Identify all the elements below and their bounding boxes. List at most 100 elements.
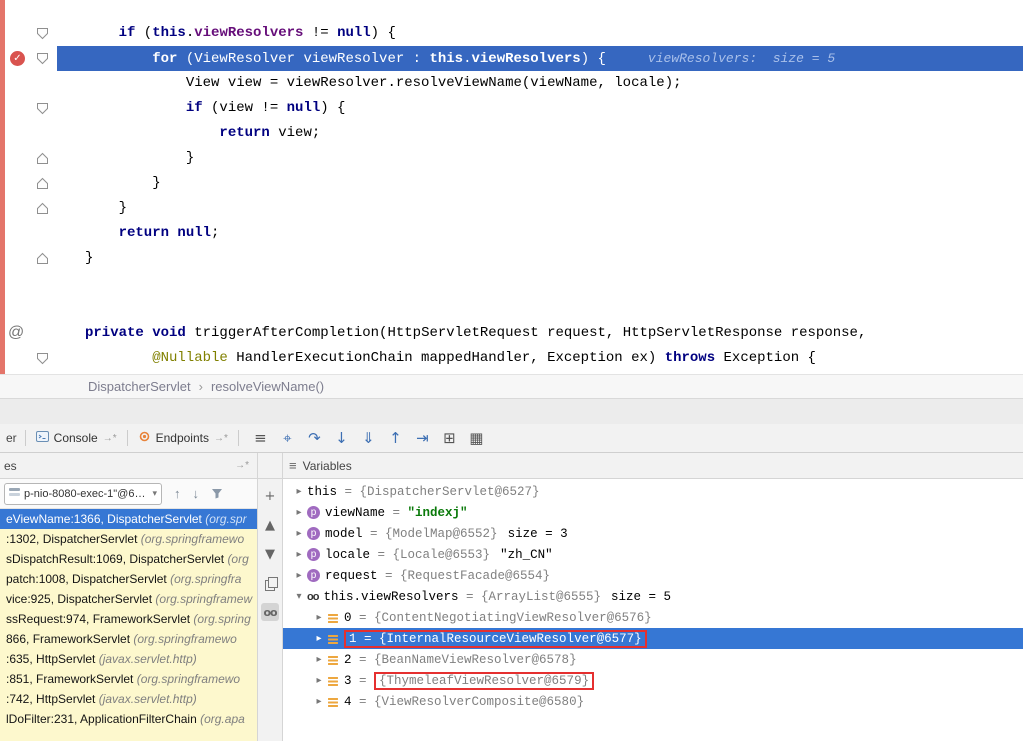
code-line[interactable]: private void triggerAfterCompletion(Http…	[57, 321, 1023, 346]
fold-close-marker-icon[interactable]	[36, 152, 49, 165]
chevron-collapsed-icon[interactable]: ▸	[311, 696, 327, 707]
breakpoint-icon[interactable]: ✓	[10, 51, 25, 66]
fold-open-marker-icon[interactable]	[36, 102, 49, 115]
frame-package: (org.springframewo	[133, 632, 236, 646]
layout-settings-icon[interactable]: ▦	[463, 429, 490, 447]
show-watches-icon[interactable]: oo	[261, 603, 279, 621]
variable-row-request[interactable]: ▸prequest = {RequestFacade@6554}	[283, 565, 1023, 586]
stack-frame-item[interactable]: :742, HttpServlet (javax.servlet.http)	[0, 689, 257, 709]
code-line[interactable]: }	[57, 171, 1023, 196]
navigate-down-icon[interactable]: ▼	[261, 545, 279, 563]
chevron-collapsed-icon[interactable]: ▸	[291, 486, 307, 497]
chevron-collapsed-icon[interactable]: ▸	[311, 675, 327, 686]
endpoints-icon	[138, 430, 151, 446]
variable-value: {BeanNameViewResolver@6578}	[374, 653, 577, 667]
current-execution-line[interactable]: for (ViewResolver viewResolver : this.vi…	[57, 46, 1023, 71]
tab-endpoints[interactable]: Endpoints →*	[130, 430, 236, 446]
variable-row-0[interactable]: ▸0 = {ContentNegotiatingViewResolver@657…	[283, 607, 1023, 628]
view-as-table-icon[interactable]: ⊞	[436, 429, 463, 447]
frame-location: :742, HttpServlet	[6, 692, 99, 706]
equals-sign: =	[370, 548, 393, 562]
run-to-cursor-icon[interactable]: ⇥	[409, 429, 436, 447]
thread-selector-dropdown[interactable]: p-nio-8080-exec-1"@6,2... ▾	[4, 483, 162, 505]
stack-frame-item[interactable]: :635, HttpServlet (javax.servlet.http)	[0, 649, 257, 669]
separator	[238, 430, 239, 446]
chevron-collapsed-icon[interactable]: ▸	[291, 549, 307, 560]
step-into-icon[interactable]: ↓	[328, 429, 355, 447]
code-line[interactable]	[57, 271, 1023, 296]
chevron-collapsed-icon[interactable]: ▸	[291, 507, 307, 518]
code-token: View view = viewResolver.resolveViewName…	[186, 75, 682, 91]
code-line[interactable]: return null;	[57, 221, 1023, 246]
fold-close-marker-icon[interactable]	[36, 202, 49, 215]
stack-frame-item[interactable]: lDoFilter:231, ApplicationFilterChain (o…	[0, 709, 257, 729]
array-element-icon	[327, 675, 339, 687]
fold-open-marker-icon[interactable]	[36, 352, 49, 365]
code-line[interactable]	[57, 296, 1023, 321]
variable-row-this[interactable]: ▸this = {DispatcherServlet@6527}	[283, 481, 1023, 502]
force-step-into-icon[interactable]: ⇓	[355, 429, 382, 447]
code-line[interactable]: }	[57, 196, 1023, 221]
previous-frame-icon[interactable]: ↑	[174, 486, 181, 501]
add-watch-icon[interactable]: +	[261, 487, 279, 505]
variables-menu-icon[interactable]: ≡	[289, 458, 297, 473]
tab-options-icon[interactable]: →*	[214, 433, 228, 444]
settings-menu-icon[interactable]: ≡	[247, 429, 274, 447]
code-token: viewResolvers	[194, 25, 303, 41]
code-line[interactable]: if (this.viewResolvers != null) {	[57, 21, 1023, 46]
code-line[interactable]: return view;	[57, 121, 1023, 146]
stack-frame-item[interactable]: vice:925, DispatcherServlet (org.springf…	[0, 589, 257, 609]
variable-row-this-viewresolvers[interactable]: ▾oothis.viewResolvers = {ArrayList@6555}…	[283, 586, 1023, 607]
code-line[interactable]: @Nullable HandlerExecutionChain mappedHa…	[57, 346, 1023, 371]
stack-frame-item[interactable]: ssRequest:974, FrameworkServlet (org.spr…	[0, 609, 257, 629]
chevron-collapsed-icon[interactable]: ▸	[291, 570, 307, 581]
variable-extra: size = 5	[611, 590, 671, 604]
chevron-collapsed-icon[interactable]: ▸	[311, 633, 327, 644]
stack-frame-item[interactable]: eViewName:1366, DispatcherServlet (org.s…	[0, 509, 257, 529]
show-execution-point-icon[interactable]: ⌖	[274, 429, 301, 447]
fold-open-marker-icon[interactable]	[36, 27, 49, 40]
variable-value: {ArrayList@6555}	[481, 590, 601, 604]
code-lines: if (this.viewResolvers != null) {for (Vi…	[57, 0, 1023, 371]
fold-open-marker-icon[interactable]	[36, 52, 49, 65]
code-line[interactable]: View view = viewResolver.resolveViewName…	[57, 71, 1023, 96]
chevron-collapsed-icon[interactable]: ▸	[291, 528, 307, 539]
stack-frame-item[interactable]: :851, FrameworkServlet (org.springframew…	[0, 669, 257, 689]
tab-debugger-partial[interactable]: er	[0, 431, 23, 445]
stack-frame-item[interactable]: 866, FrameworkServlet (org.springframewo	[0, 629, 257, 649]
stack-frame-item[interactable]: sDispatchResult:1069, DispatcherServlet …	[0, 549, 257, 569]
step-over-icon[interactable]: ↷	[301, 429, 328, 447]
frames-pin-icon[interactable]: →*	[235, 460, 249, 471]
breadcrumb-method[interactable]: resolveViewName()	[211, 379, 324, 394]
variable-row-model[interactable]: ▸pmodel = {ModelMap@6552}size = 3	[283, 523, 1023, 544]
variable-row-3[interactable]: ▸3 = {ThymeleafViewResolver@6579}	[283, 670, 1023, 691]
navigate-up-icon[interactable]: ▲	[261, 516, 279, 534]
step-out-icon[interactable]: ↑	[382, 429, 409, 447]
variable-row-locale[interactable]: ▸plocale = {Locale@6553}"zh_CN"	[283, 544, 1023, 565]
filter-icon[interactable]	[211, 488, 223, 499]
frames-tab-partial[interactable]: es	[4, 459, 17, 473]
code-token: .	[186, 25, 194, 41]
stack-frame-item[interactable]: :1302, DispatcherServlet (org.springfram…	[0, 529, 257, 549]
variable-row-4[interactable]: ▸4 = {ViewResolverComposite@6580}	[283, 691, 1023, 712]
code-token: this	[429, 51, 463, 67]
code-line[interactable]: if (view != null) {	[57, 96, 1023, 121]
chevron-collapsed-icon[interactable]: ▸	[311, 612, 327, 623]
breadcrumb-class[interactable]: DispatcherServlet	[88, 379, 191, 394]
code-token: Exception {	[715, 350, 816, 366]
tab-console[interactable]: Console →*	[28, 430, 125, 446]
variable-row-1[interactable]: ▸1 = {InternalResourceViewResolver@6577}	[283, 628, 1023, 649]
tab-options-icon[interactable]: →*	[103, 433, 117, 444]
chevron-expanded-icon[interactable]: ▾	[291, 591, 307, 602]
variable-row-2[interactable]: ▸2 = {BeanNameViewResolver@6578}	[283, 649, 1023, 670]
copy-icon[interactable]	[261, 574, 279, 592]
code-line[interactable]: }	[57, 246, 1023, 271]
variable-row-viewname[interactable]: ▸pviewName = "indexj"	[283, 502, 1023, 523]
fold-close-marker-icon[interactable]	[36, 252, 49, 265]
chevron-collapsed-icon[interactable]: ▸	[311, 654, 327, 665]
variable-name: 0	[344, 611, 352, 625]
code-line[interactable]: }	[57, 146, 1023, 171]
next-frame-icon[interactable]: ↓	[193, 486, 200, 501]
stack-frame-item[interactable]: patch:1008, DispatcherServlet (org.sprin…	[0, 569, 257, 589]
fold-close-marker-icon[interactable]	[36, 177, 49, 190]
